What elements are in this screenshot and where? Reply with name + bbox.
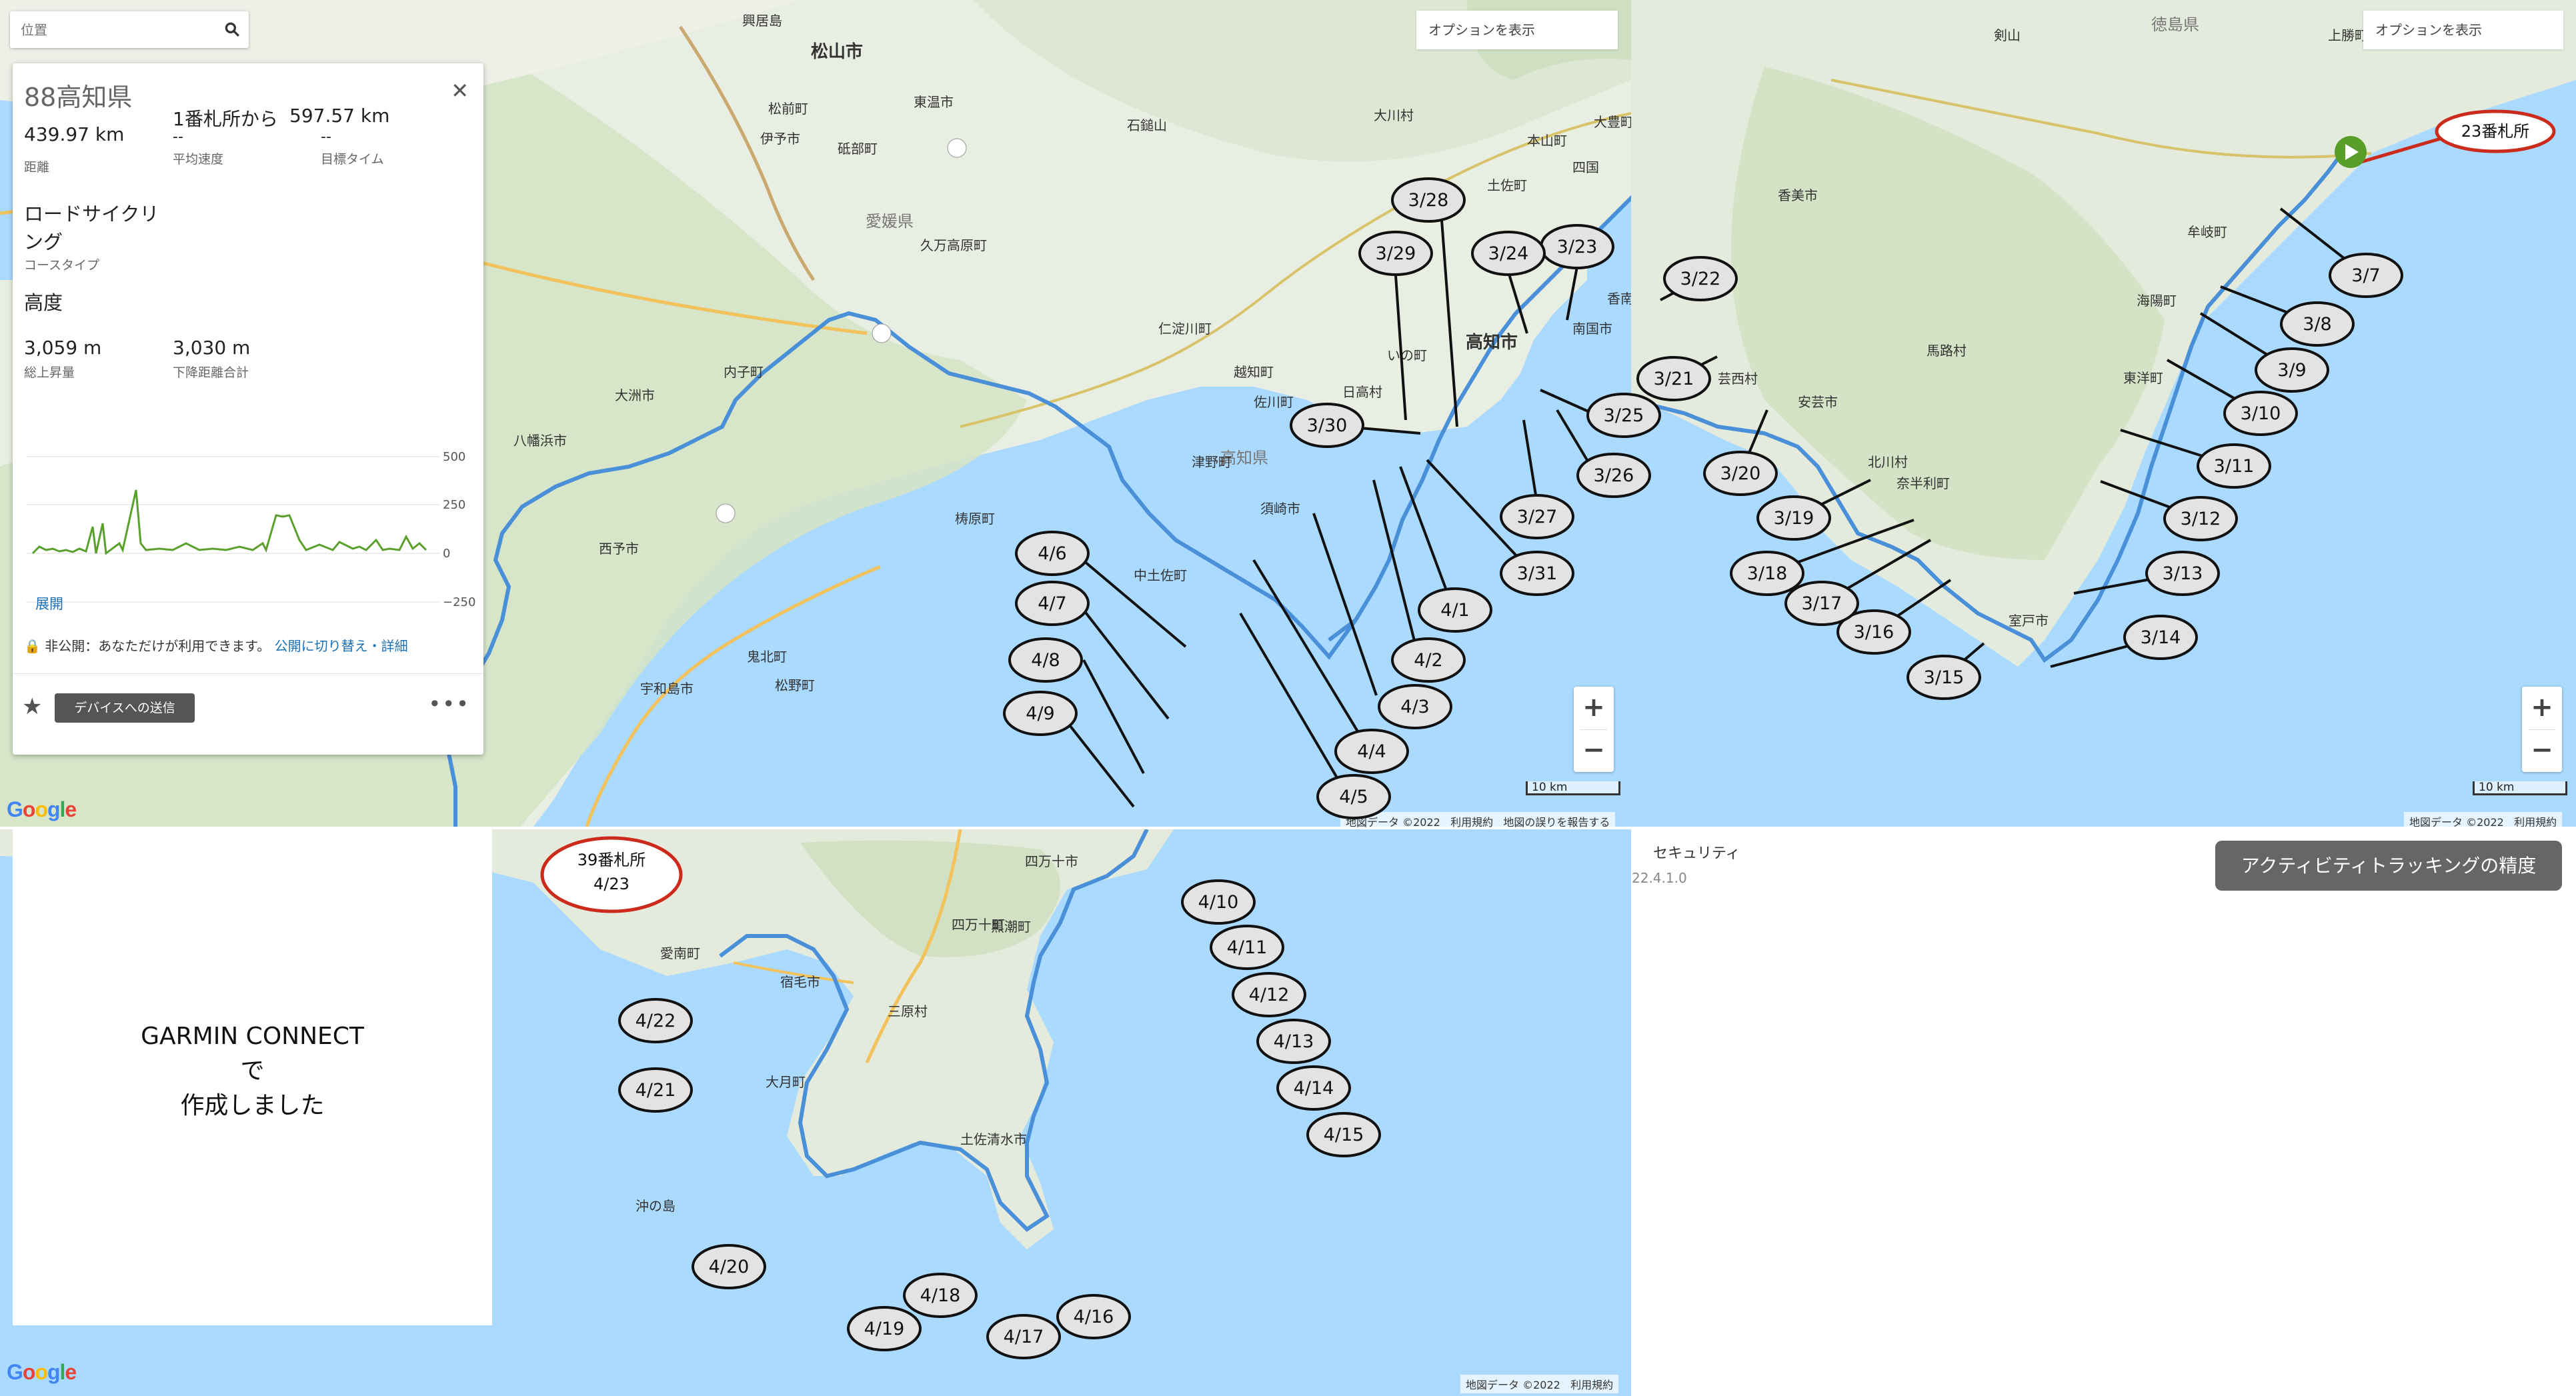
date-callout-label: 3/12 bbox=[2181, 509, 2221, 529]
date-callout-label: 4/15 bbox=[1324, 1125, 1364, 1145]
end-label-line2: 4/23 bbox=[593, 875, 629, 893]
date-callout-label: 3/10 bbox=[2241, 403, 2281, 424]
date-callout-label: 4/13 bbox=[1274, 1031, 1314, 1052]
date-callout-label: 4/6 bbox=[1038, 543, 1066, 564]
date-callout-label: 3/25 bbox=[1604, 405, 1644, 426]
date-callout-label: 3/31 bbox=[1517, 563, 1558, 584]
date-callout-label: 3/20 bbox=[1720, 463, 1761, 484]
end-label-line1: 39番札所 bbox=[577, 851, 646, 869]
date-callout-label: 4/8 bbox=[1031, 650, 1060, 671]
start-label: 23番札所 bbox=[2461, 122, 2530, 141]
callout-layer: 3/7 3/8 3/9 3/10 3/11 3/12 3/13 3/14 3/15 3/16 3/1… bbox=[540, 109, 2556, 1359]
date-callout-label: 3/29 bbox=[1376, 243, 1416, 264]
date-callout-label: 3/22 bbox=[1680, 269, 1721, 289]
date-callout-label: 4/3 bbox=[1400, 697, 1429, 717]
date-callout-label: 3/21 bbox=[1654, 369, 1694, 389]
date-callout-label: 4/4 bbox=[1357, 741, 1386, 762]
date-callout-label: 4/21 bbox=[635, 1080, 676, 1101]
date-callout-label: 3/27 bbox=[1517, 507, 1558, 527]
date-callout-label: 4/1 bbox=[1440, 600, 1469, 621]
date-callout-label: 4/17 bbox=[1004, 1327, 1044, 1347]
date-callout-label: 4/2 bbox=[1414, 650, 1442, 671]
date-callout-label: 4/14 bbox=[1294, 1078, 1334, 1099]
date-callout-label: 3/8 bbox=[2303, 314, 2331, 335]
date-callout-label: 4/20 bbox=[709, 1257, 750, 1277]
date-callout-label: 3/30 bbox=[1307, 415, 1348, 436]
date-callout-label: 4/11 bbox=[1227, 937, 1268, 958]
date-callout-label: 3/16 bbox=[1854, 622, 1894, 643]
date-callout-label: 3/15 bbox=[1924, 667, 1965, 688]
start-label-callout: 23番札所 bbox=[2435, 109, 2556, 153]
date-callout-label: 3/19 bbox=[1774, 508, 1814, 529]
date-callout-label: 3/28 bbox=[1408, 190, 1449, 211]
date-callout-label: 3/18 bbox=[1747, 563, 1788, 584]
date-callout-label: 4/7 bbox=[1038, 593, 1066, 614]
date-callout-label: 3/24 bbox=[1488, 243, 1529, 264]
date-callout-label: 3/7 bbox=[2351, 265, 2380, 286]
date-callout-label: 3/17 bbox=[1802, 593, 1842, 614]
date-callout-label: 4/16 bbox=[1074, 1307, 1114, 1327]
date-callout-label: 3/13 bbox=[2163, 563, 2203, 584]
date-callout-label: 3/11 bbox=[2214, 456, 2255, 477]
date-callout-label: 4/12 bbox=[1249, 985, 1290, 1005]
date-callout-label: 3/9 bbox=[2277, 360, 2306, 381]
date-callout-label: 4/5 bbox=[1339, 787, 1368, 807]
date-callout-label: 4/9 bbox=[1026, 703, 1054, 724]
date-callout-label: 3/14 bbox=[2141, 627, 2181, 648]
end-label-callout: 39番札所 4/23 bbox=[540, 836, 683, 913]
date-callout-label: 4/22 bbox=[635, 1011, 676, 1031]
date-callout-label: 4/18 bbox=[920, 1285, 961, 1306]
date-callout-label: 4/19 bbox=[864, 1319, 905, 1339]
date-callout-label: 3/26 bbox=[1594, 465, 1634, 486]
date-callout-label: 3/23 bbox=[1557, 237, 1598, 257]
date-callout-label: 4/10 bbox=[1198, 892, 1239, 913]
